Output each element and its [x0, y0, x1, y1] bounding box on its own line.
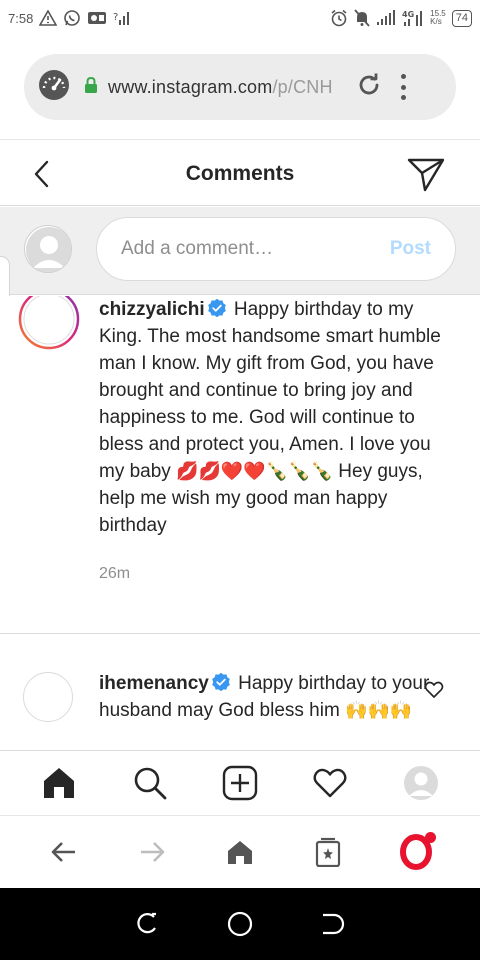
chevron-left-icon: [34, 160, 49, 188]
emoji-hearts: ❤️❤️: [220, 461, 266, 482]
signal-4g-icon: 4G: [402, 9, 424, 27]
mute-icon: [354, 9, 370, 27]
network-speed: 15.5 K/s: [430, 10, 446, 26]
new-post-icon: [222, 765, 258, 801]
post-button[interactable]: Post: [390, 238, 431, 260]
emoji-raised-hands: 🙌🙌🙌: [345, 700, 413, 721]
comment-item: ihemenancy Happy birthday to your husban…: [0, 634, 480, 724]
verified-badge-icon: [212, 672, 230, 692]
instagram-bottom-nav: [0, 750, 480, 816]
search-icon: [134, 767, 166, 800]
recent-apps-button[interactable]: [131, 908, 163, 940]
nav-activity[interactable]: [308, 761, 352, 805]
nav-profile[interactable]: [399, 761, 443, 805]
profile-icon: [403, 766, 438, 800]
more-icon[interactable]: [400, 74, 406, 100]
verified-badge-icon: [207, 298, 226, 318]
browser-bottom-nav: [0, 816, 480, 888]
comment-username[interactable]: chizzyalichi: [99, 299, 205, 320]
comment-text: Happy birthday to my King. The most hand…: [99, 299, 441, 482]
status-right: 4G 15.5 K/s 74: [330, 9, 472, 27]
speed-dial-icon[interactable]: [38, 69, 70, 106]
opera-menu-button[interactable]: [394, 830, 438, 874]
status-left: 7:58 ?: [8, 9, 130, 27]
reload-icon[interactable]: [356, 72, 382, 103]
back-arrow-icon: [323, 913, 345, 935]
forward-icon: [141, 842, 165, 862]
warning-icon: [39, 9, 58, 27]
comment-box[interactable]: Post: [96, 217, 456, 281]
nav-home[interactable]: [37, 761, 81, 805]
url-domain: www.instagram.com: [108, 76, 273, 97]
lock-icon: [70, 76, 98, 99]
nav-new-post[interactable]: [218, 761, 262, 805]
browser-toolbar: www.instagram.com/p/CNH: [0, 36, 480, 140]
comment-username[interactable]: ihemenancy: [99, 673, 209, 694]
comments-list[interactable]: chizzyalichi Happy birthday to my King. …: [0, 296, 480, 750]
emoji-lips: 💋💋: [176, 461, 221, 482]
comment-timestamp: 26m: [99, 565, 131, 582]
browser-back-button[interactable]: [42, 830, 86, 874]
share-button[interactable]: [406, 154, 446, 194]
browser-home-button[interactable]: [218, 830, 262, 874]
nav-search[interactable]: [128, 761, 172, 805]
notification-dot: [425, 832, 436, 843]
browser-forward-button[interactable]: [130, 830, 174, 874]
story-ring-icon: [18, 296, 80, 350]
address-bar[interactable]: www.instagram.com/p/CNH: [24, 54, 456, 120]
browser-tabs-button[interactable]: [306, 830, 350, 874]
speed-unit: K/s: [430, 17, 442, 26]
signal-question-icon: ?: [113, 9, 130, 27]
back-icon: [51, 842, 75, 862]
story-avatar[interactable]: [18, 296, 80, 350]
url-text[interactable]: www.instagram.com/p/CNH: [108, 77, 356, 98]
alarm-icon: [330, 9, 348, 27]
comment-body: chizzyalichi Happy birthday to my King. …: [99, 296, 444, 539]
signal-icon: [376, 9, 396, 27]
emoji-bottles: 🍾🍾🍾: [265, 461, 333, 482]
status-bar: 7:58 ? 4G 15.5 K/s 74: [0, 0, 480, 36]
avatar: [24, 225, 72, 273]
recent-apps-icon: [137, 912, 156, 934]
back-button[interactable]: [26, 156, 58, 192]
battery-indicator: 74: [451, 9, 472, 27]
home-icon: [44, 768, 75, 798]
paper-plane-icon: [407, 158, 445, 192]
tabs-icon: [315, 837, 341, 867]
whatsapp-icon: [63, 9, 81, 27]
comments-header: Comments: [0, 142, 480, 206]
android-back-button[interactable]: [317, 908, 349, 940]
android-home-button[interactable]: [224, 908, 256, 940]
status-time: 7:58: [8, 10, 34, 26]
comment-body: ihemenancy Happy birthday to your husban…: [99, 670, 444, 724]
comment-input[interactable]: [121, 238, 390, 260]
circle-home-icon: [227, 911, 253, 937]
heart-icon: [313, 768, 347, 798]
home-icon: [228, 841, 252, 864]
heart-icon[interactable]: [424, 680, 444, 700]
svg-text:?: ?: [113, 12, 118, 23]
android-nav-bar: [0, 888, 480, 960]
default-avatar-icon: [26, 227, 71, 272]
url-path: /p/CNH: [272, 76, 333, 97]
add-comment-row: Post: [0, 207, 480, 295]
outlook-icon: [87, 9, 107, 27]
avatar[interactable]: [23, 672, 73, 722]
comment-item: chizzyalichi Happy birthday to my King. …: [0, 296, 480, 634]
svg-text:4G: 4G: [402, 10, 414, 19]
